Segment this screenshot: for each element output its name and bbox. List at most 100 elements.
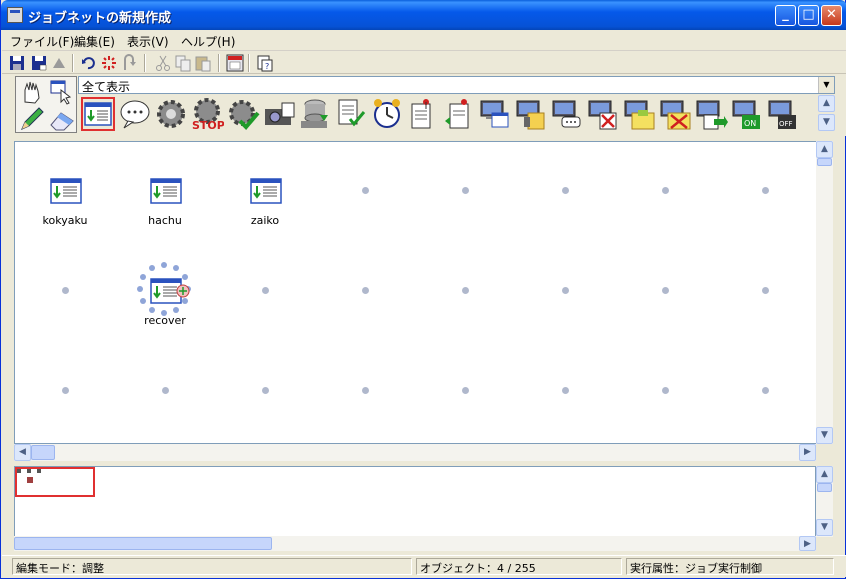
overview-vertical-scrollbar[interactable]: ▲ ▼ (816, 466, 833, 537)
calendar-icon[interactable] (226, 54, 244, 72)
pencil-icon[interactable] (17, 105, 47, 132)
palette-check-gear[interactable] (226, 97, 260, 131)
scroll-down-button[interactable]: ▼ (816, 427, 833, 444)
palette-pc-folder[interactable] (622, 97, 656, 131)
grid-point[interactable] (62, 287, 69, 294)
palette-database[interactable] (298, 97, 332, 131)
grid-point[interactable] (662, 187, 669, 194)
jobnet-canvas[interactable]: kokyaku hachu zaiko recover (14, 141, 832, 444)
grid-point[interactable] (662, 287, 669, 294)
camera-icon (265, 102, 295, 125)
palette-scrollbar[interactable]: ▲ ▼ (818, 95, 835, 133)
grid-point[interactable] (762, 187, 769, 194)
minimize-button[interactable]: _ (775, 5, 796, 26)
title-bar[interactable]: ジョブネットの新規作成 _ □ ✕ (1, 0, 846, 30)
menu-file[interactable]: ファイル(F) (10, 33, 74, 50)
vertical-scroll-thumb[interactable] (817, 158, 832, 166)
canvas-vertical-scrollbar[interactable]: ▲ ▼ (816, 141, 833, 444)
horizontal-scroll-thumb[interactable] (14, 537, 272, 550)
horizontal-scroll-thumb[interactable] (31, 445, 55, 460)
scroll-up-button[interactable]: ▲ (816, 466, 833, 483)
menu-view[interactable]: 表示(V) (127, 33, 169, 50)
undo-icon[interactable] (80, 54, 98, 72)
palette-pc-transfer[interactable] (694, 97, 728, 131)
palette-gear[interactable] (154, 97, 188, 131)
overview-horizontal-scrollbar[interactable]: ▶ (14, 536, 816, 551)
paste-icon[interactable] (194, 54, 212, 72)
vertical-scroll-thumb[interactable] (817, 483, 832, 492)
menu-edit[interactable]: 編集(E) (74, 33, 115, 50)
overview-job-marker (27, 469, 31, 473)
palette-stop-gear[interactable]: STOP (190, 97, 225, 132)
save-icon[interactable] (8, 54, 26, 72)
chevron-up-icon: ▲ (823, 98, 830, 108)
grid-point[interactable] (462, 387, 469, 394)
palette-scroll-up[interactable]: ▲ (818, 95, 835, 112)
palette-pc-message[interactable] (550, 97, 584, 131)
grid-point[interactable] (262, 287, 269, 294)
palette-pc-folder-delete[interactable] (658, 97, 692, 131)
check-gear-icon (229, 100, 260, 130)
toolbar-separator (72, 54, 74, 72)
palette-scroll-down[interactable]: ▼ (818, 114, 835, 131)
help-topics-icon[interactable]: ? (256, 54, 274, 72)
grid-point[interactable] (562, 287, 569, 294)
edit-mode-box (15, 76, 77, 133)
grid-point[interactable] (662, 387, 669, 394)
status-object-count: オブジェクト：4 / 255 (416, 558, 622, 575)
register-icon[interactable] (50, 54, 68, 72)
canvas-horizontal-scrollbar[interactable]: ◀ ▶ (14, 444, 816, 461)
job-node-recover[interactable]: recover (130, 262, 200, 338)
palette-doc-pin[interactable] (406, 97, 440, 131)
window-select-icon[interactable] (47, 78, 77, 105)
app-icon[interactable] (7, 7, 23, 23)
select-all-icon[interactable] (100, 54, 118, 72)
copy-icon[interactable] (174, 54, 192, 72)
scroll-right-button[interactable]: ▶ (799, 536, 816, 551)
eraser-icon[interactable] (47, 105, 77, 132)
grid-point[interactable] (362, 187, 369, 194)
save-as-icon[interactable] (30, 54, 48, 72)
menu-help[interactable]: ヘルプ(H) (181, 33, 235, 50)
palette-pc-delete[interactable] (586, 97, 620, 131)
job-node-zaiko[interactable]: zaiko (230, 178, 300, 238)
palette-camera[interactable] (262, 97, 296, 131)
grid-point[interactable] (762, 287, 769, 294)
dropdown-button[interactable]: ▼ (818, 77, 834, 93)
svg-text:OFF: OFF (779, 120, 793, 128)
palette-document-check[interactable] (334, 97, 368, 131)
grid-point[interactable] (362, 287, 369, 294)
pc-delete-icon (588, 100, 617, 130)
palette-job[interactable] (81, 97, 115, 131)
redo-icon[interactable] (120, 54, 138, 72)
palette-pc-on[interactable]: ON (730, 97, 764, 131)
scroll-left-button[interactable]: ◀ (14, 444, 31, 461)
grid-point[interactable] (462, 187, 469, 194)
palette-pc-jobnet[interactable] (514, 97, 548, 131)
scroll-down-button[interactable]: ▼ (816, 519, 833, 536)
grid-point[interactable] (362, 387, 369, 394)
cut-icon[interactable] (154, 54, 172, 72)
palette-message[interactable] (118, 97, 152, 131)
job-node-hachu[interactable]: hachu (130, 178, 200, 238)
grid-point[interactable] (762, 387, 769, 394)
palette-alarm-clock[interactable] (370, 97, 404, 131)
overview-map[interactable] (14, 466, 816, 537)
palette-pc-off[interactable]: OFF (766, 97, 800, 131)
close-button[interactable]: ✕ (821, 5, 842, 26)
grid-point[interactable] (262, 387, 269, 394)
palette-pc[interactable] (478, 97, 512, 131)
grid-point[interactable] (562, 187, 569, 194)
job-node-kokyaku[interactable]: kokyaku (30, 178, 100, 238)
grid-point[interactable] (162, 387, 169, 394)
grid-point[interactable] (462, 287, 469, 294)
maximize-button[interactable]: □ (798, 5, 819, 26)
palette-doc-pin2[interactable] (442, 97, 476, 131)
display-filter-select[interactable]: 全て表示 ▼ (78, 76, 835, 94)
hand-icon[interactable] (17, 78, 47, 105)
grid-point[interactable] (562, 387, 569, 394)
svg-text:STOP: STOP (192, 119, 224, 131)
scroll-right-button[interactable]: ▶ (799, 444, 816, 461)
scroll-up-button[interactable]: ▲ (816, 141, 833, 158)
grid-point[interactable] (62, 387, 69, 394)
